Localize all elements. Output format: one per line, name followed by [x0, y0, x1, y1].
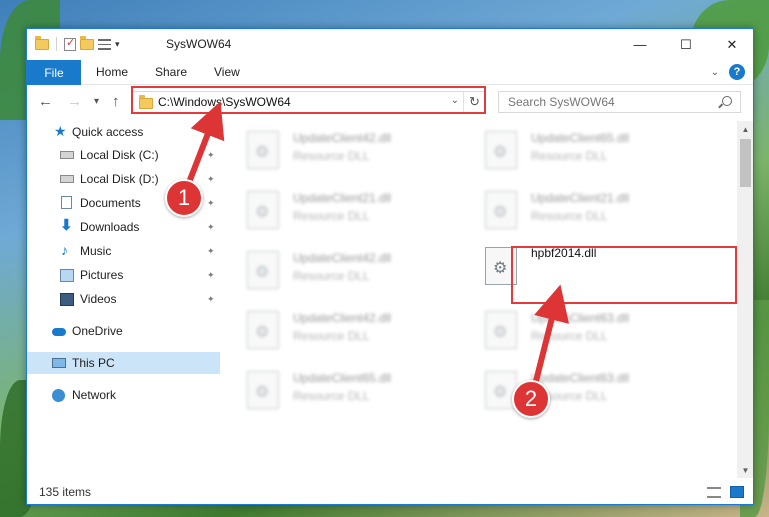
arrow-to-address-bar — [185, 101, 225, 188]
arrow-to-dll-file — [532, 284, 570, 388]
annotation-arrows — [185, 101, 570, 388]
step-2-badge: 2 — [512, 380, 550, 418]
step-1-badge: 1 — [165, 179, 203, 217]
